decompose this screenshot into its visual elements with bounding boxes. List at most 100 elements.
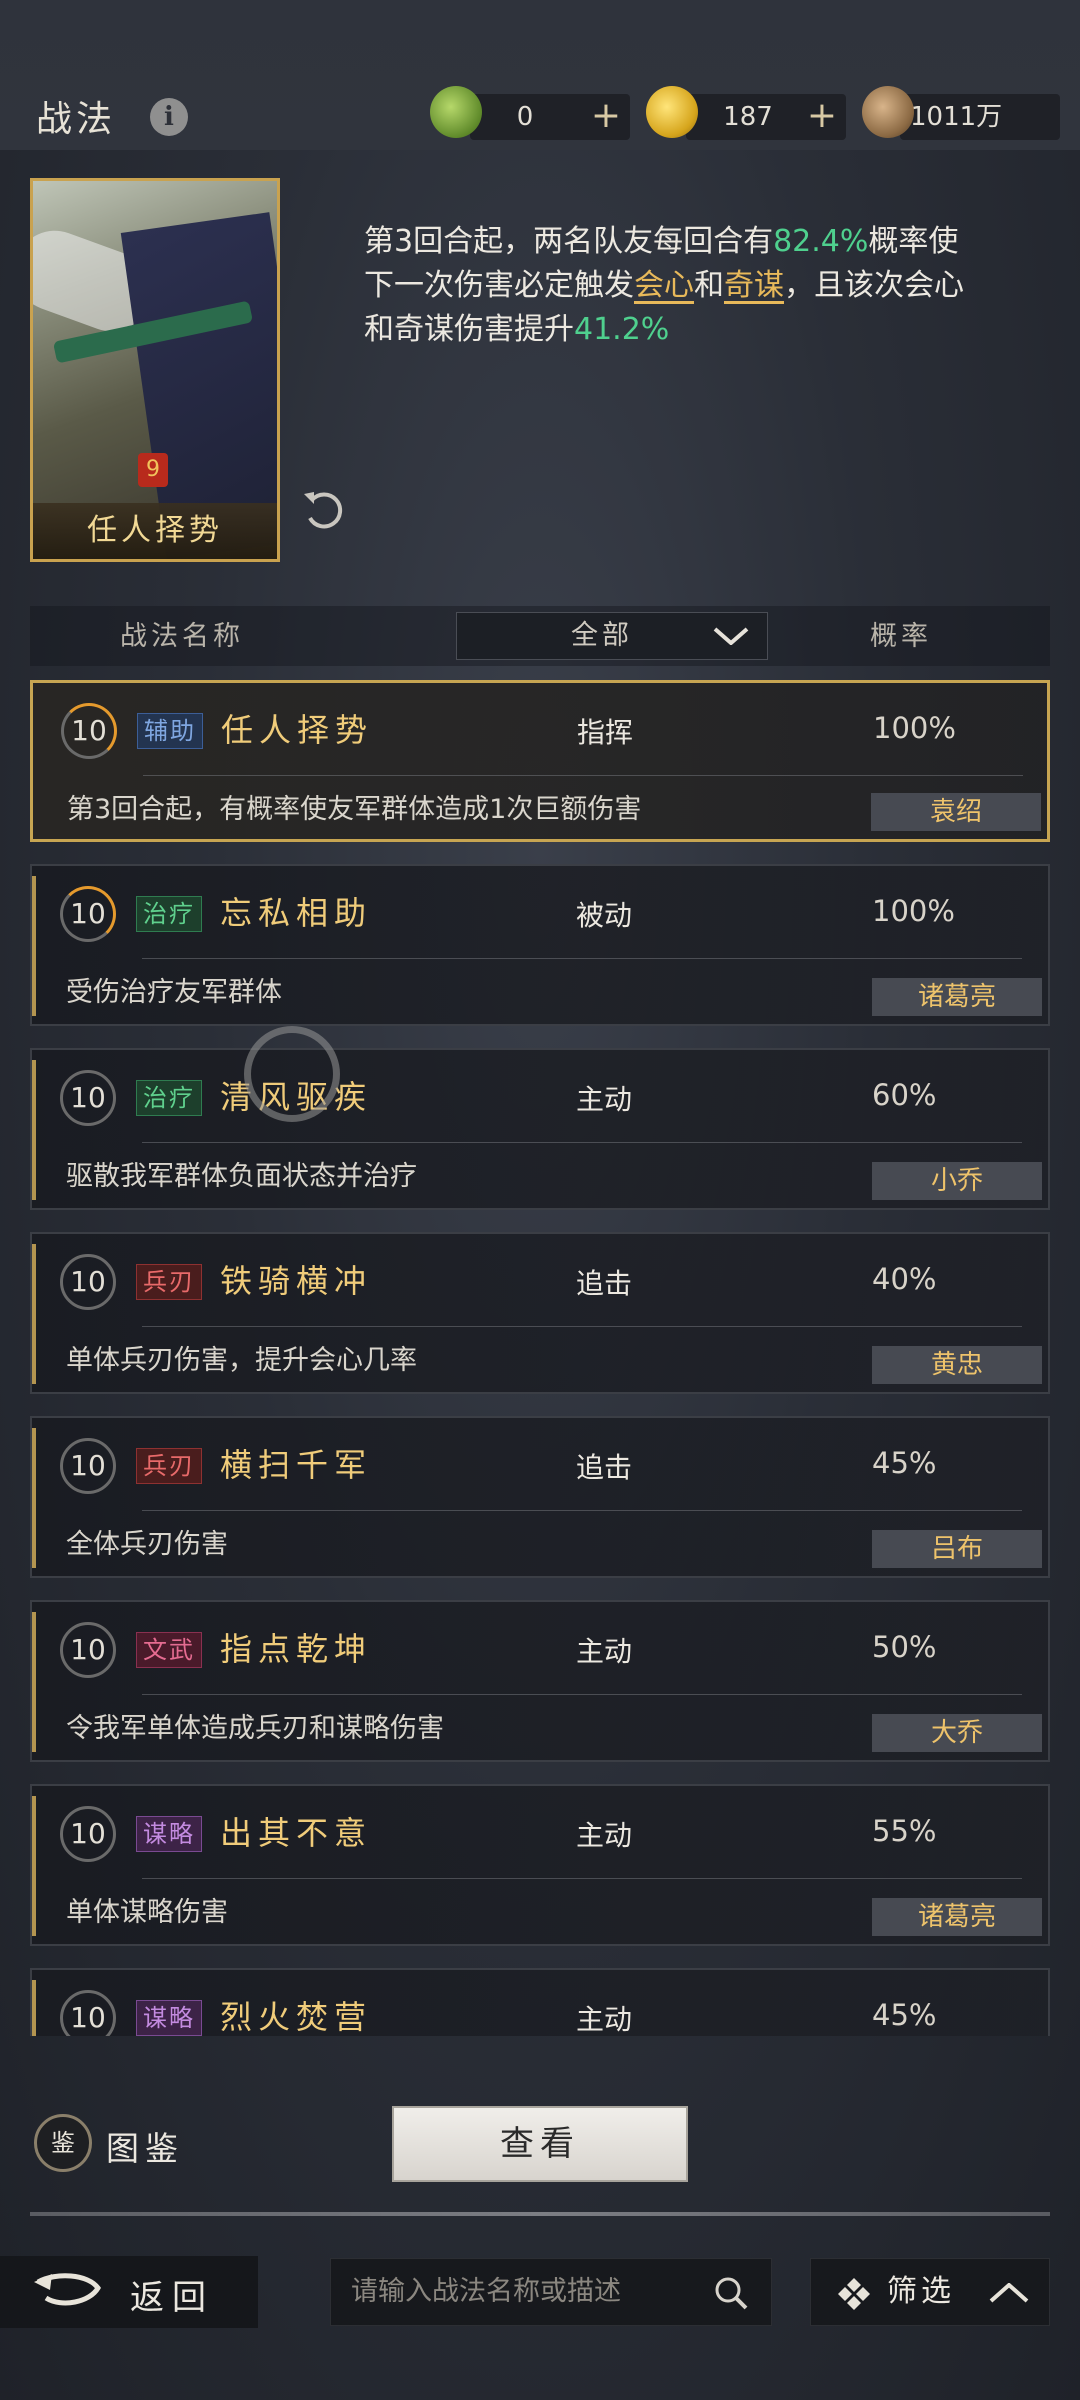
tactic-desc: 令我军单体造成兵刃和谋略伤害 [66,1713,444,1744]
card-name: 任人择势 [33,503,277,559]
desc-keyword[interactable]: 奇谋 [724,268,784,303]
search-placeholder: 请输入战法名称或描述 [351,2276,621,2307]
tactic-rate: 100% [873,711,956,745]
filter-button[interactable]: 筛选 [810,2258,1050,2326]
tactic-owner: 袁绍 [871,793,1041,831]
resource-copper: 1011万 [900,94,1060,140]
column-name-label[interactable]: 战法名称 [120,614,244,653]
filter-icon [838,2278,870,2310]
tactic-rate: 100% [872,894,955,928]
tactic-row[interactable]: 10 兵刃 铁骑横冲 追击 40% 单体兵刃伤害，提升会心几率 黄忠 [30,1232,1050,1394]
row-edge [32,1612,36,1752]
filter-label: 筛选 [887,2274,955,2309]
row-edge [32,1428,36,1568]
tactic-row[interactable]: 10 谋略 出其不意 主动 55% 单体谋略伤害 诸葛亮 [30,1784,1050,1946]
level-ring: 10 [60,1070,116,1126]
tactic-name: 出其不意 [220,1814,373,1852]
tactic-tag: 谋略 [136,2000,202,2036]
tactic-type: 追击 [576,1267,633,1300]
tactic-row[interactable]: 10 兵刃 横扫千军 追击 45% 全体兵刃伤害 吕布 [30,1416,1050,1578]
search-input[interactable]: 请输入战法名称或描述 [330,2258,772,2326]
row-edge [32,1244,36,1384]
add-jade-button[interactable]: + [586,94,626,140]
view-button[interactable]: 查看 [392,2106,688,2182]
tactic-rate: 55% [872,1814,937,1848]
divider [142,1326,1022,1327]
divider [142,1510,1022,1511]
search-icon[interactable] [713,2275,749,2311]
tactic-owner: 吕布 [872,1530,1042,1568]
resource-jade: 0 + [470,94,630,140]
tactic-type: 追击 [576,1451,633,1484]
tactic-rate: 45% [872,1998,937,2032]
copper-coin-icon [862,86,914,138]
tactic-row[interactable]: 10 治疗 清风驱疾 主动 60% 驱散我军群体负面状态并治疗 小乔 [30,1048,1050,1210]
tactic-name: 烈火焚营 [220,1998,373,2036]
tactic-name: 任人择势 [221,711,374,749]
category-filter-dropdown[interactable]: 全部 [456,612,768,660]
tactic-owner: 黄忠 [872,1346,1042,1384]
tactic-type: 指挥 [577,716,634,749]
jade-coin-icon [430,86,482,138]
tactic-tag: 谋略 [136,1816,202,1852]
divider [143,775,1023,776]
divider [142,1694,1022,1695]
tactic-type: 被动 [576,899,633,932]
tactic-row[interactable]: 10 文武 指点乾坤 主动 50% 令我军单体造成兵刃和谋略伤害 大乔 [30,1600,1050,1762]
level-ring: 10 [60,886,116,942]
resource-jade-value: 0 [516,102,534,132]
back-button[interactable]: 返回 [130,2270,214,2319]
category-filter-value: 全部 [571,620,633,651]
resource-gold: 187 + [686,94,846,140]
gold-coin-icon [646,86,698,138]
tactic-desc: 驱散我军群体负面状态并治疗 [66,1161,417,1192]
tactic-name: 忘私相助 [220,894,373,932]
featured-tactic-card[interactable]: 9 任人择势 [30,178,280,562]
info-icon[interactable]: i [150,98,188,136]
tactic-tag: 辅助 [137,713,203,749]
tactic-list[interactable]: 10 辅助 任人择势 指挥 100% 第3回合起，有概率使友军群体造成1次巨额伤… [30,680,1050,2036]
tactic-desc: 第3回合起，有概率使友军群体造成1次巨额伤害 [67,794,642,825]
tactic-name: 铁骑横冲 [220,1262,373,1300]
tactic-tag: 文武 [136,1632,202,1668]
chevron-down-icon [713,627,749,645]
divider [142,1142,1022,1143]
tactic-type: 主动 [576,1083,633,1116]
column-rate-label[interactable]: 概率 [870,614,932,653]
undo-icon[interactable] [300,488,346,534]
divider [142,1878,1022,1879]
tactic-desc: 单体兵刃伤害，提升会心几率 [66,1345,417,1376]
desc-keyword[interactable]: 会心 [634,268,694,303]
tactic-type: 主动 [576,2003,633,2036]
tactic-tag: 兵刃 [136,1264,202,1300]
tactic-tag: 兵刃 [136,1448,202,1484]
add-gold-button[interactable]: + [802,94,842,140]
level-ring: 10 [61,703,117,759]
tactic-owner: 大乔 [872,1714,1042,1752]
row-edge [32,1060,36,1200]
tactic-row[interactable]: 10 辅助 任人择势 指挥 100% 第3回合起，有概率使友军群体造成1次巨额伤… [30,680,1050,842]
desc-value: 82.4% [773,224,869,259]
row-edge [32,1796,36,1936]
row-edge [32,876,36,1016]
tactic-name: 横扫千军 [220,1446,373,1484]
divider [30,2212,1050,2216]
tactic-row[interactable]: 10 治疗 忘私相助 被动 100% 受伤治疗友军群体 诸葛亮 [30,864,1050,1026]
back-arrow-icon[interactable] [32,2268,104,2314]
row-edge [32,1980,36,2036]
tactic-owner: 诸葛亮 [872,978,1042,1016]
touch-indicator [244,1026,340,1122]
level-ring: 10 [60,1806,116,1862]
atlas-icon[interactable]: 鉴 [34,2114,92,2172]
divider [142,958,1022,959]
featured-description: 第3回合起，两名队友每回合有82.4%概率使下一次伤害必定触发会心和奇谋，且该次… [364,220,964,352]
chevron-up-icon [989,2283,1029,2303]
atlas-label[interactable]: 图鉴 [106,2122,184,2170]
tactic-row[interactable]: 10 谋略 烈火焚营 主动 45% [30,1968,1050,2036]
tactic-desc: 单体谋略伤害 [66,1897,228,1928]
level-ring: 10 [60,1622,116,1678]
desc-text: 第3回合起，两名队友每回合有 [364,224,774,259]
tactic-type: 主动 [576,1635,633,1668]
desc-value: 41.2% [574,312,670,347]
tactic-desc: 全体兵刃伤害 [66,1529,228,1560]
